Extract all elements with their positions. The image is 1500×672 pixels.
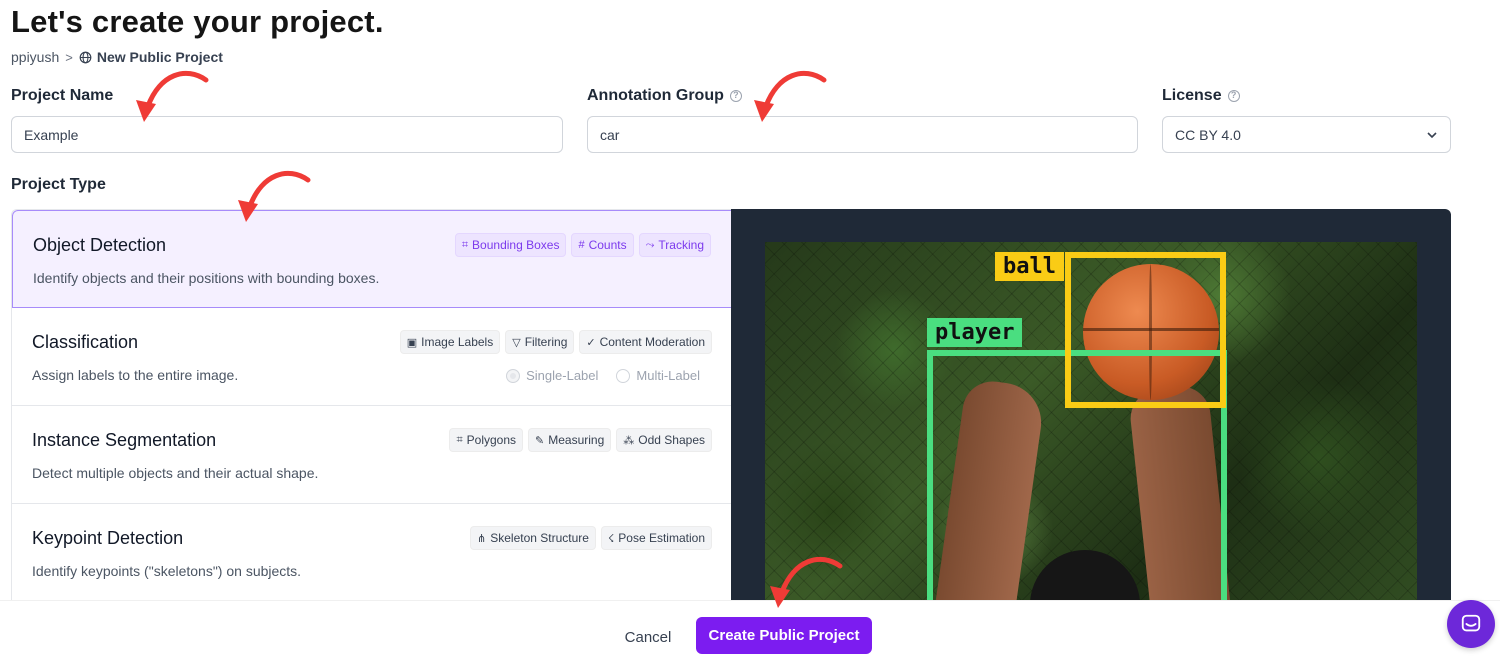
tag-label: Skeleton Structure [490,531,589,545]
type-title: Instance Segmentation [32,430,217,450]
tag-content-moderation: ✓ Content Moderation [579,330,712,354]
tag-label: Polygons [466,433,517,447]
multi-label-radio[interactable]: Multi-Label [616,368,700,383]
tag-label: Content Moderation [599,335,705,349]
tag-label: Counts [588,238,627,252]
tag-label: Odd Shapes [638,433,705,447]
type-tags: ▣ Image Labels ▽ Filtering ✓ Content Modera… [399,330,712,354]
help-circle-icon[interactable]: ? [729,90,742,102]
tag-pose-estimation: ☇ Pose Estimation [600,526,712,550]
type-title: Keypoint Detection [32,528,184,548]
radio-label: Single-Label [526,368,599,383]
annotation-arrow-icon [136,70,209,122]
chat-button[interactable] [1447,600,1495,648]
project-type-preview: player ball [731,209,1451,601]
type-tags: ⋔ Skeleton Structure ☇ Pose Estimation [470,526,712,550]
project-name-value: Example [24,126,79,143]
license-label-text: License [1162,87,1222,104]
breadcrumb-current: New Public Project [79,49,223,65]
tag-label: Filtering [524,335,568,349]
preview-image: player ball [765,242,1417,601]
breadcrumb: ppiyush > New Public Project [11,49,223,65]
chevron-down-icon [1427,131,1437,138]
annotation-group-label-text: Annotation Group [587,87,724,104]
tag-label: Pose Estimation [618,531,705,545]
type-description: Identify objects and their positions wit… [33,270,380,286]
bbox-label-player: player [927,318,1023,347]
project-type-classification[interactable]: Classification Assign labels to the enti… [12,308,732,406]
help-circle-icon[interactable]: ? [1227,90,1240,102]
skeleton-icon: ⋔ [477,532,487,545]
hash-icon: # [578,239,585,251]
type-description: Detect multiple objects and their actual… [32,465,319,481]
tag-label: Tracking [658,238,704,252]
footer-bar: Cancel Create Public Project [0,600,1500,672]
type-title: Object Detection [33,235,167,255]
annotation-arrow-icon [770,556,843,608]
tag-label: Bounding Boxes [472,238,560,252]
cancel-button[interactable]: Cancel [612,620,684,654]
tag-image-labels: ▣ Image Labels [399,330,501,354]
polygon-icon: ⌗ [456,433,463,446]
ruler-icon: ✎ [535,434,545,447]
project-type-keypoint-detection[interactable]: Keypoint Detection Identify keypoints ("… [12,504,732,600]
type-tags: ⌗ Bounding Boxes # Counts ⤳ Tracking [454,233,711,257]
type-title: Classification [32,332,139,352]
tag-polygons: ⌗ Polygons [449,428,524,452]
project-name-label: Project Name [11,87,113,105]
tag-label: Image Labels [421,335,494,349]
create-public-project-button[interactable]: Create Public Project [696,617,872,654]
filter-icon: ▽ [512,336,521,349]
license-value: CC BY 4.0 [1175,126,1241,143]
radio-label: Multi-Label [636,368,700,383]
shapes-icon: ⁂ [623,434,635,447]
tag-tracking: ⤳ Tracking [638,233,711,257]
annotation-arrow-icon [754,70,827,122]
tag-bounding-boxes: ⌗ Bounding Boxes [454,233,567,257]
radio-button[interactable] [616,368,631,383]
tag-measuring: ✎ Measuring [528,428,612,452]
project-type-object-detection[interactable]: Object Detection Identify objects and th… [12,210,732,308]
page-title: Let's create your project. [11,4,384,39]
radio-button[interactable] [506,368,521,383]
annotation-group-input[interactable]: car [587,116,1138,153]
bounding-box-icon: ⌗ [461,238,469,251]
annotation-group-label: Annotation Group ? [587,87,742,105]
bbox-ball [1065,252,1226,408]
annotation-arrow-icon [238,170,311,222]
tag-skeleton-structure: ⋔ Skeleton Structure [470,526,596,550]
globe-icon [79,51,92,63]
project-type-label: Project Type [11,176,106,193]
breadcrumb-current-label: New Public Project [96,49,223,65]
license-select[interactable]: CC BY 4.0 [1162,116,1451,153]
project-name-label-text: Project Name [11,87,114,104]
type-description: Assign labels to the entire image. [32,367,239,383]
type-tags: ⌗ Polygons ✎ Measuring ⁂ Odd Shapes [449,428,712,452]
project-type-list: Object Detection Identify objects and th… [11,209,732,601]
tracking-icon: ⤳ [645,238,655,251]
annotation-group-value: car [600,126,620,143]
check-icon: ✓ [586,336,596,349]
license-label: License ? [1162,87,1240,105]
project-type-instance-segmentation[interactable]: Instance Segmentation Detect multiple ob… [12,406,732,504]
project-name-input[interactable]: Example [11,116,563,153]
chat-icon [1461,614,1481,632]
tag-counts: # Counts [571,233,634,257]
breadcrumb-user[interactable]: ppiyush [11,49,59,65]
type-description: Identify keypoints ("skeletons") on subj… [32,563,302,579]
breadcrumb-separator: > [65,49,73,65]
tag-label: Measuring [548,433,605,447]
single-label-radio[interactable]: Single-Label [506,368,598,383]
bbox-label-ball: ball [995,252,1064,281]
tag-odd-shapes: ⁂ Odd Shapes [616,428,712,452]
pose-icon: ☇ [607,532,615,545]
classification-options: Single-Label Multi-Label [506,368,700,383]
image-icon: ▣ [406,336,418,349]
tag-filtering: ▽ Filtering [505,330,575,354]
